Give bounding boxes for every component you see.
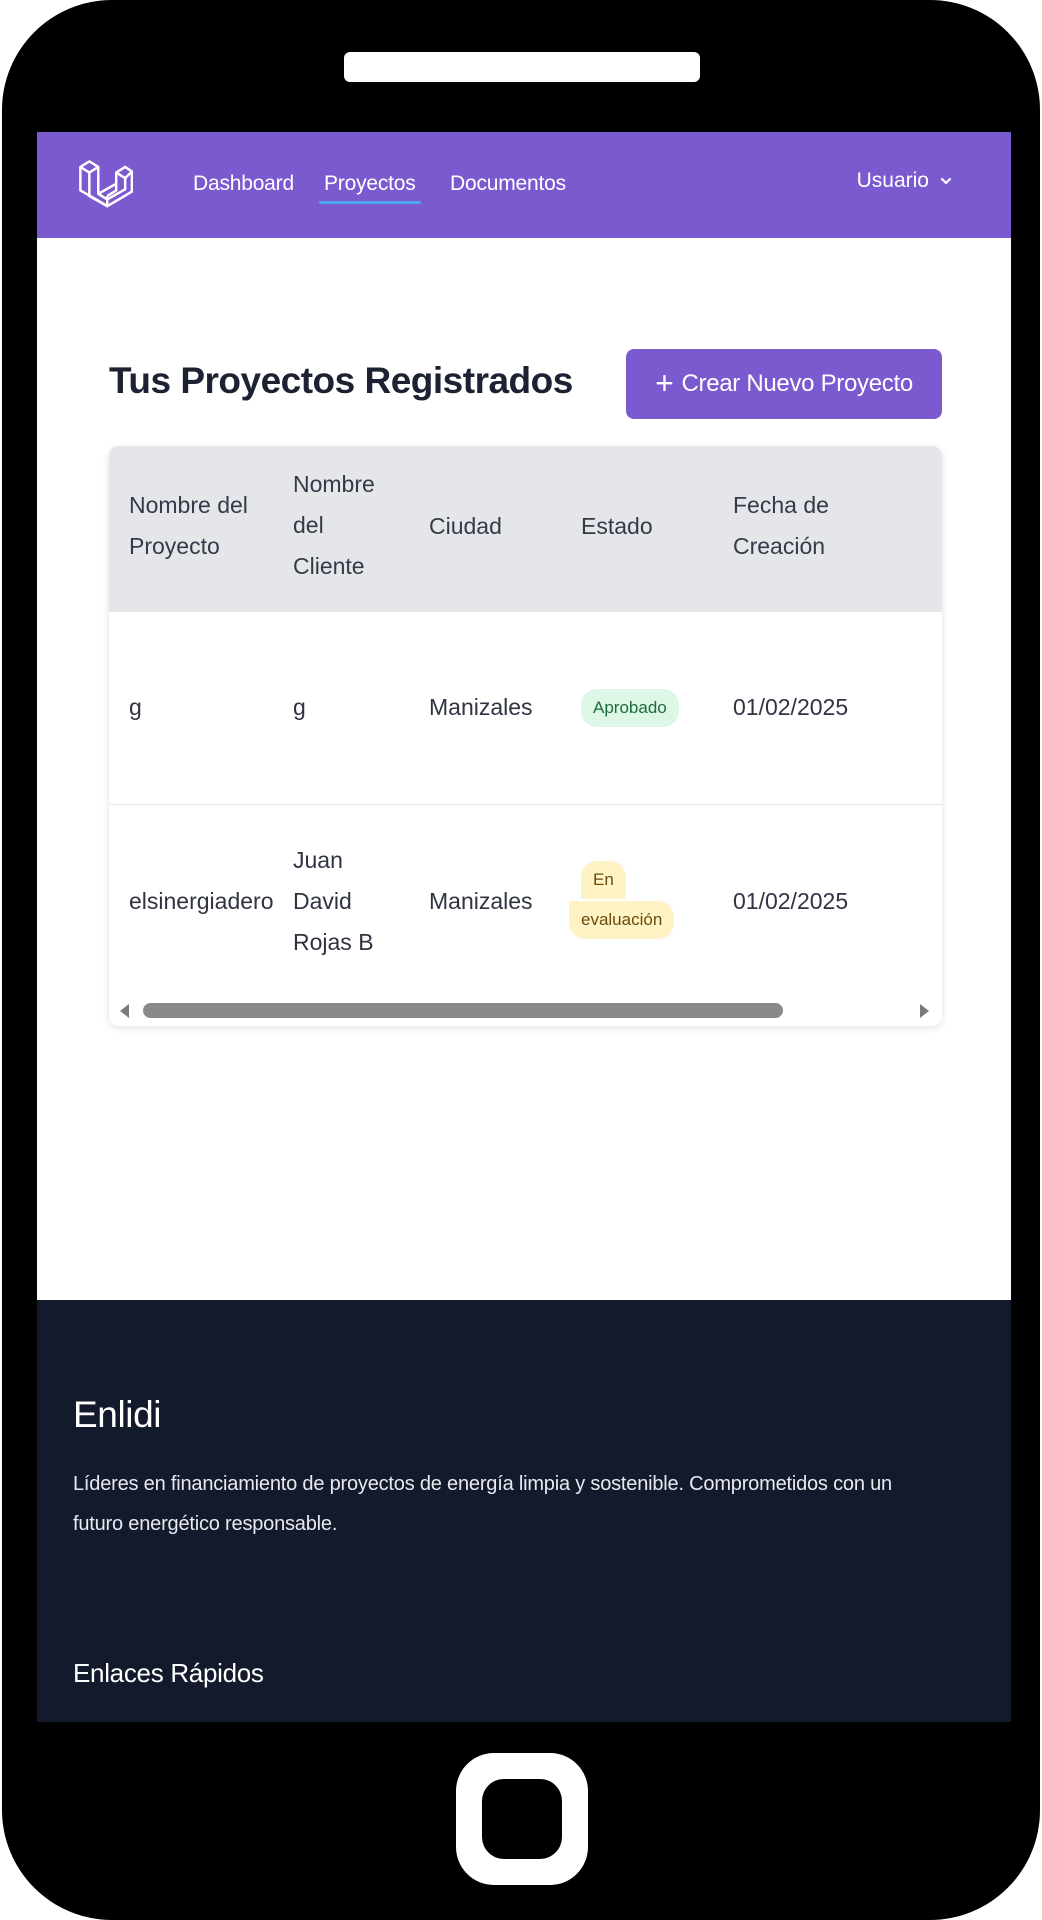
phone-speaker [344,52,700,82]
table-horizontal-scrollbar[interactable] [109,994,942,1026]
header-created-line: Fecha de [733,492,829,518]
cell-project-name: elsinergiadero [129,888,274,914]
footer-brand: Enlidi [73,1394,162,1435]
cell-city: Manizales [429,694,533,720]
site-footer: Enlidi Líderes en financiamiento de proy… [37,1300,1011,1722]
plus-icon: + [655,364,674,401]
top-navbar: Dashboard Proyectos Documentos Usuario [37,132,1011,238]
footer-quick-links-title: Enlaces Rápidos [73,1658,264,1688]
header-project-name-line: Proyecto [129,533,220,559]
footer-description-line: Líderes en financiamiento de proyectos d… [73,1473,892,1495]
header-city: Ciudad [429,513,502,539]
table-header: Nombre del Proyecto Nombre del Cliente C… [109,446,942,612]
header-client-name-line: del [293,512,324,538]
status-badge-line: evaluación [569,901,675,939]
nav-link-proyectos[interactable]: Proyectos [319,172,421,204]
header-created-line: Creación [733,533,826,559]
cell-client-name: Juan David Rojas B [293,840,374,963]
scrollbar-thumb[interactable] [143,1003,783,1018]
cell-city: Manizales [429,888,533,914]
header-status: Estado [581,513,653,539]
header-project-name-line: Nombre del [129,492,248,518]
header-project-name: Nombre del Proyecto [129,485,248,567]
table-row[interactable]: g g Manizales Aprobado 01/02/2025 [109,612,942,805]
create-project-label: Crear Nuevo Proyecto [681,370,913,397]
cell-client-name-line: Rojas B [293,929,374,955]
cell-project-name: g [129,694,142,720]
phone-home-button[interactable] [456,1753,588,1885]
laravel-logo-icon[interactable] [77,156,133,216]
user-menu-label: Usuario [856,169,929,192]
header-created: Fecha de Creación [733,485,829,567]
status-badge-line: En [581,861,626,899]
page-title: Tus Proyectos Registrados [109,360,573,401]
header-client-name: Nombre del Cliente [293,464,375,587]
cell-client-name-line: Juan [293,847,343,873]
create-project-button[interactable]: + Crear Nuevo Proyecto [626,349,942,419]
header-client-name-line: Cliente [293,553,365,579]
scroll-right-arrow-icon[interactable] [920,1004,929,1018]
phone-frame: Dashboard Proyectos Documentos Usuario T… [2,0,1040,1920]
cell-client-name: g [293,694,306,720]
header-client-name-line: Nombre [293,471,375,497]
user-menu-dropdown[interactable]: Usuario [857,169,953,193]
nav-link-dashboard[interactable]: Dashboard [193,172,294,196]
status-badge-approved: Aprobado [581,689,679,727]
footer-description-line: futuro energético responsable. [73,1513,338,1535]
nav-link-documentos[interactable]: Documentos [450,172,566,196]
projects-table: Nombre del Proyecto Nombre del Cliente C… [109,446,942,1026]
cell-client-name-line: David [293,888,352,914]
footer-description: Líderes en financiamiento de proyectos d… [73,1464,973,1544]
scroll-left-arrow-icon[interactable] [120,1004,129,1018]
cell-created: 01/02/2025 [733,888,849,914]
chevron-down-icon [940,177,952,185]
table-row[interactable]: elsinergiadero Juan David Rojas B Maniza… [109,805,942,995]
cell-created: 01/02/2025 [733,694,849,720]
app-screen: Dashboard Proyectos Documentos Usuario T… [37,132,1011,1722]
